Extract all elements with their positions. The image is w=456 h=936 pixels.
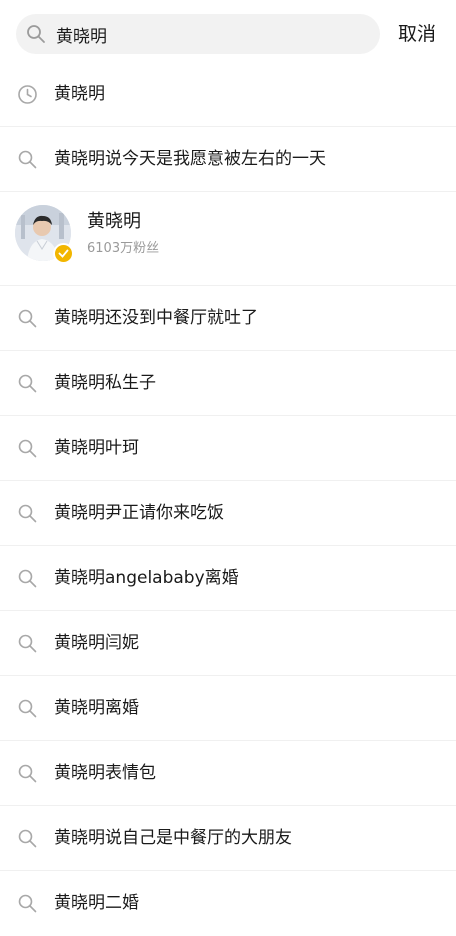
suggestion-item[interactable]: 黄晓明表情包 <box>0 741 456 806</box>
history-item[interactable]: 黄晓明 <box>0 62 456 127</box>
search-icon <box>17 503 38 524</box>
suggestion-item[interactable]: 黄晓明还没到中餐厅就吐了 <box>0 286 456 351</box>
suggestion-item[interactable]: 黄晓明angelababy离婚 <box>0 546 456 611</box>
suggestion-label: 黄晓明闫妮 <box>54 633 139 653</box>
search-icon <box>17 828 38 849</box>
suggestion-label: 黄晓明说自己是中餐厅的大朋友 <box>54 828 292 848</box>
clock-icon <box>17 84 38 105</box>
history-item-label: 黄晓明 <box>54 84 105 104</box>
search-icon <box>17 373 38 394</box>
search-icon <box>17 633 38 654</box>
search-icon <box>17 893 38 914</box>
suggestion-label: 黄晓明angelababy离婚 <box>54 568 239 588</box>
suggestion-item[interactable]: 黄晓明说今天是我愿意被左右的一天 <box>0 127 456 192</box>
suggestion-label: 黄晓明叶珂 <box>54 438 139 458</box>
search-icon <box>17 763 38 784</box>
suggestion-label: 黄晓明离婚 <box>54 698 139 718</box>
suggestion-label: 黄晓明表情包 <box>54 763 156 783</box>
suggestion-label: 黄晓明还没到中餐厅就吐了 <box>54 308 258 328</box>
search-icon <box>17 568 38 589</box>
suggestion-item[interactable]: 黄晓明说自己是中餐厅的大朋友 <box>0 806 456 871</box>
suggestion-list: 黄晓明 黄晓明说今天是我愿意被左右的一天 黄晓明 6103万粉丝 黄晓明还没到中… <box>0 62 456 936</box>
search-icon <box>17 438 38 459</box>
search-icon <box>17 698 38 719</box>
suggestion-label: 黄晓明二婚 <box>54 893 139 913</box>
search-icon <box>17 149 38 170</box>
search-header: 取消 <box>0 0 456 66</box>
suggestion-item[interactable]: 黄晓明离婚 <box>0 676 456 741</box>
suggestion-item[interactable]: 黄晓明叶珂 <box>0 416 456 481</box>
cancel-button[interactable]: 取消 <box>398 20 436 48</box>
suggestion-item[interactable]: 黄晓明闫妮 <box>0 611 456 676</box>
suggestion-label: 黄晓明说今天是我愿意被左右的一天 <box>54 149 326 169</box>
fan-count: 6103万粉丝 <box>87 241 160 256</box>
search-box[interactable] <box>16 14 380 54</box>
search-icon <box>26 24 46 44</box>
user-name: 黄晓明 <box>87 211 141 232</box>
user-result[interactable]: 黄晓明 6103万粉丝 <box>0 192 456 286</box>
verified-badge-icon <box>53 243 74 264</box>
suggestion-item[interactable]: 黄晓明尹正请你来吃饭 <box>0 481 456 546</box>
suggestion-item[interactable]: 黄晓明私生子 <box>0 351 456 416</box>
suggestion-label: 黄晓明私生子 <box>54 373 156 393</box>
search-input[interactable] <box>56 14 366 54</box>
suggestion-label: 黄晓明尹正请你来吃饭 <box>54 503 224 523</box>
search-icon <box>17 308 38 329</box>
suggestion-item[interactable]: 黄晓明二婚 <box>0 871 456 936</box>
